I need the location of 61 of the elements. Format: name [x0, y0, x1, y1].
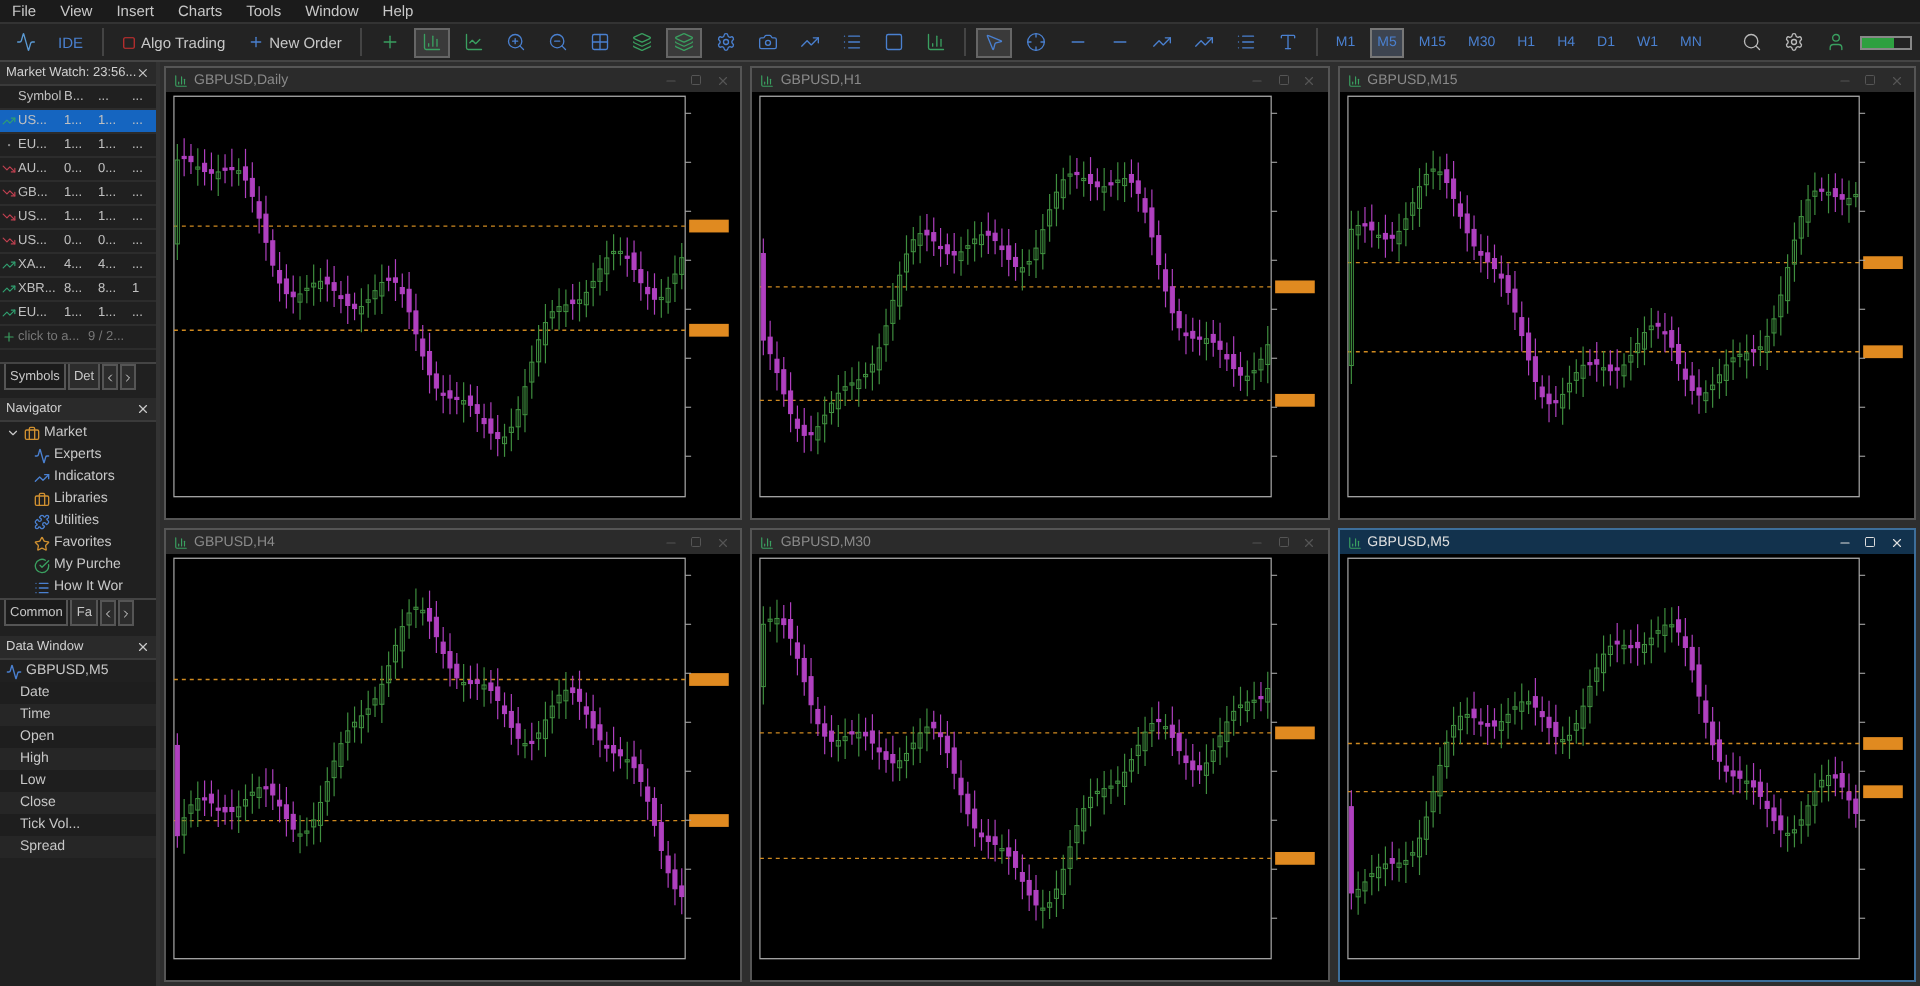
chevron-left-icon — [101, 607, 114, 619]
chevron-right-icon — [119, 607, 132, 619]
scroll-right-button[interactable] — [120, 364, 137, 390]
close-icon[interactable] — [136, 402, 150, 416]
up-arrow-icon — [1, 114, 15, 128]
maximize-icon — [1277, 74, 1290, 86]
chevron-left-icon — [104, 371, 117, 383]
maximize-button[interactable] — [1860, 532, 1880, 552]
trend-icon — [34, 469, 50, 485]
maximize-icon — [1864, 536, 1876, 548]
search-icon — [1742, 32, 1762, 52]
down-arrow-icon — [1, 186, 15, 200]
trendline-icon — [1151, 32, 1172, 52]
expand-icon[interactable] — [6, 426, 20, 440]
square-icon — [121, 35, 136, 49]
up-arrow-icon — [1, 258, 15, 272]
briefcase-icon — [34, 491, 50, 507]
down-arrow-icon — [1, 162, 15, 176]
settings-icon — [715, 32, 736, 52]
check-circle-icon — [34, 557, 50, 573]
settings-icon — [1784, 32, 1804, 52]
maximize-icon — [1864, 74, 1876, 86]
toolbar-button[interactable] — [975, 27, 1012, 57]
close-icon — [1889, 535, 1903, 549]
maximize-icon — [690, 536, 703, 548]
puzzle-icon — [34, 513, 50, 529]
close-icon[interactable] — [136, 640, 150, 654]
down-arrow-icon — [1, 210, 15, 224]
plus-icon — [247, 34, 264, 50]
scroll-left-button[interactable] — [102, 364, 119, 390]
camera-icon — [757, 32, 778, 52]
text-icon — [1277, 32, 1298, 52]
volume-icon — [925, 32, 946, 52]
maximize-icon — [1277, 536, 1290, 548]
zoom-in-icon — [505, 32, 526, 52]
down-arrow-icon — [1, 234, 15, 248]
close-icon — [715, 73, 730, 87]
briefcase-icon — [24, 425, 40, 441]
close-icon — [1302, 73, 1317, 87]
add-icon — [1, 330, 15, 344]
close-icon — [715, 535, 730, 549]
maximize-icon — [690, 74, 703, 86]
star-icon — [34, 535, 50, 551]
close-icon — [1889, 73, 1903, 87]
close-icon — [1302, 535, 1317, 549]
signal-bar-icon — [1860, 35, 1912, 49]
chevron-right-icon — [122, 371, 135, 383]
indicator-icon — [799, 32, 820, 52]
grid-icon — [589, 32, 610, 52]
toolbar-button[interactable] — [665, 27, 702, 57]
close-icon[interactable] — [136, 66, 150, 80]
zoom-out-icon — [547, 32, 568, 52]
user-icon — [1826, 32, 1846, 52]
scroll-right-button[interactable] — [117, 600, 134, 626]
list-icon — [34, 579, 50, 595]
toolbar-button[interactable] — [413, 27, 450, 57]
cursor-icon — [983, 32, 1004, 52]
scroll-left-button[interactable] — [99, 600, 116, 626]
crosshair-icon — [1025, 32, 1046, 52]
up-arrow-icon — [1, 282, 15, 296]
up-arrow-icon — [1, 306, 15, 320]
